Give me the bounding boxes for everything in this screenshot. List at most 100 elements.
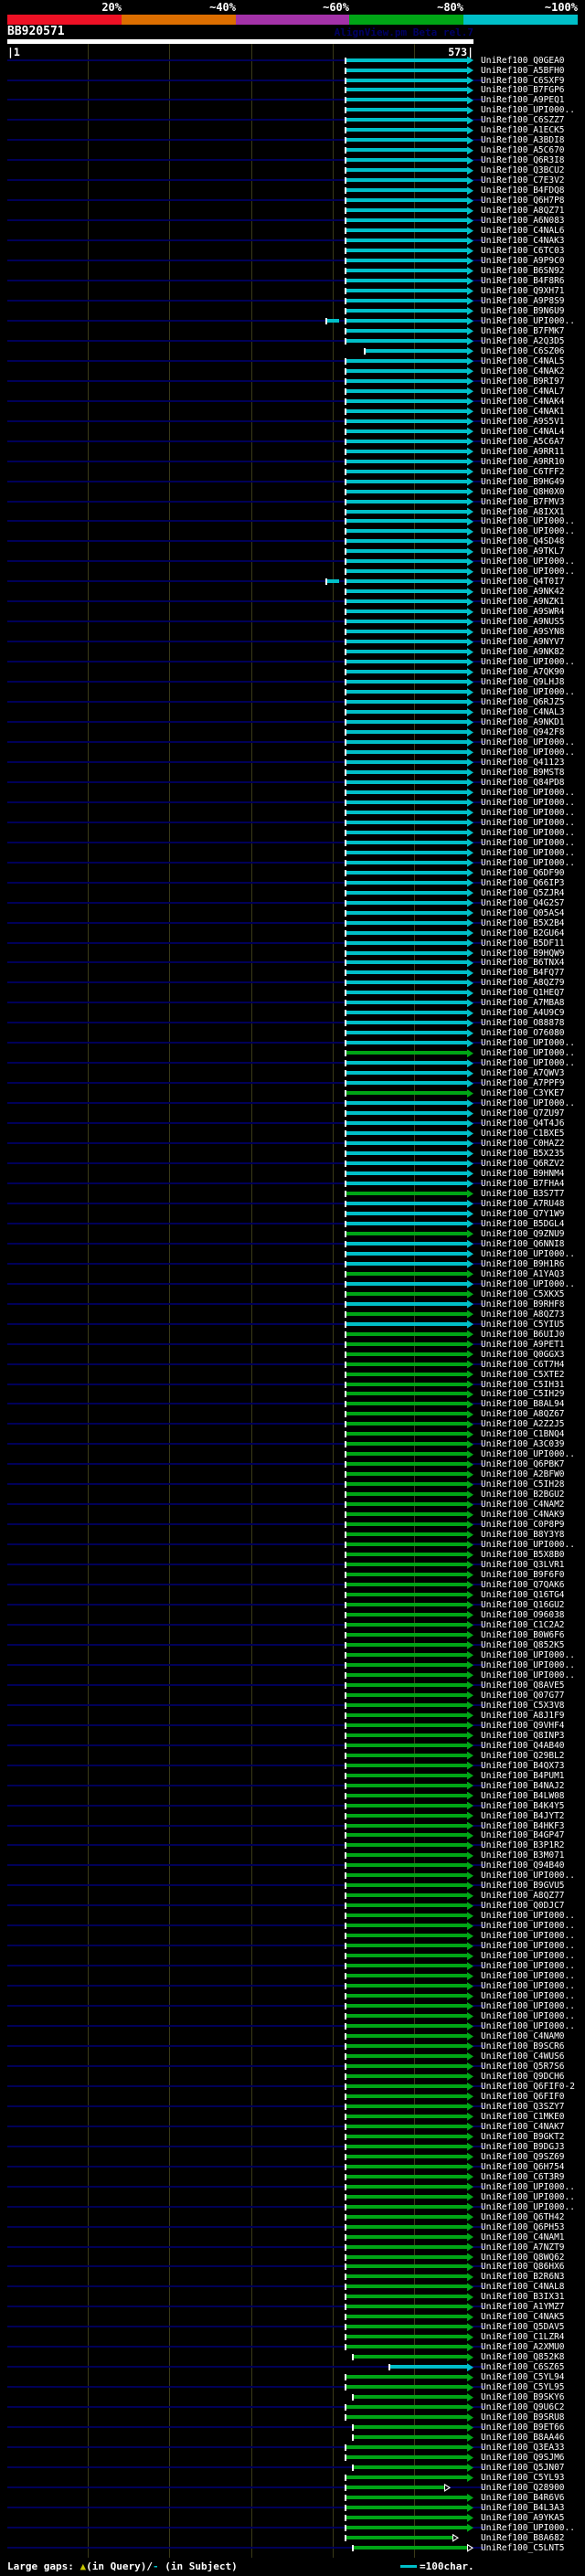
hit-accession-label[interactable]: UniRef100_C5X3V8 [481,1701,565,1711]
hit-accession-label[interactable]: UniRef100_A9SYN8 [481,627,565,637]
hit-accession-label[interactable]: UniRef100_UPI000.. [481,2202,575,2212]
hit-accession-label[interactable]: UniRef100_B9RI97 [481,376,565,387]
hit-accession-label[interactable]: UniRef100_A5BFH0 [481,66,565,76]
hit-accession-label[interactable]: UniRef100_A1YAQ3 [481,1269,565,1279]
hit-row[interactable]: UniRef100_Q3EA33 [0,2443,585,2453]
hit-row[interactable]: UniRef100_Q4T0I7 [0,577,585,587]
hit-accession-label[interactable]: UniRef100_B8AA46 [481,2433,565,2443]
hit-accession-label[interactable]: UniRef100_UPI000.. [481,1098,575,1108]
hit-row[interactable]: UniRef100_A9SYN8 [0,627,585,637]
hit-row[interactable]: UniRef100_Q9ZNU9 [0,1229,585,1239]
hit-row[interactable]: UniRef100_C1LZR4 [0,2332,585,2342]
hit-row[interactable]: UniRef100_B0W6F6 [0,1630,585,1640]
hit-row[interactable]: UniRef100_A3BDI8 [0,135,585,145]
hit-accession-label[interactable]: UniRef100_B4L3A3 [481,2503,565,2513]
hit-row[interactable]: UniRef100_UPI000.. [0,687,585,697]
hit-accession-label[interactable]: UniRef100_B9GKT2 [481,2132,565,2142]
hit-accession-label[interactable]: UniRef100_C4NAL5 [481,356,565,366]
hit-row[interactable]: UniRef100_Q8INP3 [0,1731,585,1741]
hit-accession-label[interactable]: UniRef100_B2BGU2 [481,1489,565,1500]
hit-accession-label[interactable]: UniRef100_B4K4Y5 [481,1801,565,1811]
hit-row[interactable]: UniRef100_UPI000.. [0,1931,585,1941]
hit-accession-label[interactable]: UniRef100_UPI000.. [481,848,575,858]
hit-accession-label[interactable]: UniRef100_A9NK82 [481,647,565,657]
hit-accession-label[interactable]: UniRef100_A9PET1 [481,1340,565,1350]
hit-row[interactable]: UniRef100_C4NAK1 [0,407,585,417]
hit-accession-label[interactable]: UniRef100_Q942F8 [481,727,565,737]
hit-row[interactable]: UniRef100_C5YL94 [0,2372,585,2382]
hit-row[interactable]: UniRef100_UPI000.. [0,557,585,567]
hit-row[interactable]: UniRef100_UPI000.. [0,848,585,858]
hit-row[interactable]: UniRef100_A7QK90 [0,667,585,677]
hit-row[interactable]: UniRef100_A9RR11 [0,447,585,457]
hit-accession-label[interactable]: UniRef100_Q6H754 [481,2162,565,2172]
hit-row[interactable]: UniRef100_Q6RZV2 [0,1159,585,1169]
hit-row[interactable]: UniRef100_UPI000.. [0,2011,585,2021]
hit-row[interactable]: UniRef100_A9NYV7 [0,637,585,647]
hit-row[interactable]: UniRef100_B9H1R6 [0,1259,585,1269]
hit-row[interactable]: UniRef100_A5BFH0 [0,66,585,76]
hit-accession-label[interactable]: UniRef100_A6N083 [481,216,565,226]
hit-accession-label[interactable]: UniRef100_A9YKA5 [481,2513,565,2523]
hit-accession-label[interactable]: UniRef100_A8QZ73 [481,1309,565,1320]
hit-row[interactable]: UniRef100_B4FQ77 [0,968,585,978]
hit-accession-label[interactable]: UniRef100_A9SWR4 [481,607,565,617]
hit-accession-label[interactable]: UniRef100_UPI000.. [481,687,575,697]
hit-accession-label[interactable]: UniRef100_Q07G77 [481,1691,565,1701]
hit-row[interactable]: UniRef100_Q7Y1W9 [0,1209,585,1219]
hit-row[interactable]: UniRef100_Q94B40 [0,1860,585,1871]
hit-accession-label[interactable]: UniRef100_Q5DAV5 [481,2322,565,2332]
hit-accession-label[interactable]: UniRef100_UPI000.. [481,316,575,326]
hit-accession-label[interactable]: UniRef100_C1BXE5 [481,1129,565,1139]
hit-row[interactable]: UniRef100_B5DF11 [0,938,585,949]
hit-accession-label[interactable]: UniRef100_Q5JN07 [481,2463,565,2473]
hit-accession-label[interactable]: UniRef100_UPI000.. [481,1048,575,1058]
hit-accession-label[interactable]: UniRef100_A1YMZ7 [481,2302,565,2312]
hit-row[interactable]: UniRef100_Q7QAK6 [0,1580,585,1590]
hit-row[interactable]: UniRef100_C4NAK2 [0,366,585,376]
hit-accession-label[interactable]: UniRef100_C4NAL8 [481,2282,565,2292]
hit-accession-label[interactable]: UniRef100_O76080 [481,1028,565,1038]
hit-row[interactable]: UniRef100_Q6H754 [0,2162,585,2172]
hit-row[interactable]: UniRef100_C6SZZ7 [0,115,585,125]
hit-accession-label[interactable]: UniRef100_B9H1R6 [481,1259,565,1269]
hit-row[interactable]: UniRef100_Q6TH42 [0,2212,585,2222]
hit-accession-label[interactable]: UniRef100_UPI000.. [481,818,575,828]
hit-accession-label[interactable]: UniRef100_C4NAL6 [481,226,565,236]
hit-accession-label[interactable]: UniRef100_B2GU64 [481,928,565,938]
hit-accession-label[interactable]: UniRef100_B9SRU8 [481,2412,565,2422]
hit-accession-label[interactable]: UniRef100_Q05AS4 [481,908,565,918]
hit-row[interactable]: UniRef100_A8QZ79 [0,978,585,988]
hit-accession-label[interactable]: UniRef100_C5IH31 [481,1380,565,1390]
hit-row[interactable]: UniRef100_Q07G77 [0,1691,585,1701]
hit-row[interactable]: UniRef100_A8J1F9 [0,1711,585,1721]
hit-row[interactable]: UniRef100_C5YIU5 [0,1320,585,1330]
hit-accession-label[interactable]: UniRef100_C6SZ06 [481,346,565,356]
hit-row[interactable]: UniRef100_Q4T4J6 [0,1118,585,1129]
hit-accession-label[interactable]: UniRef100_Q3SZY7 [481,2102,565,2112]
hit-accession-label[interactable]: UniRef100_A9TKL7 [481,546,565,557]
hit-accession-label[interactable]: UniRef100_A5C6A7 [481,437,565,447]
hit-accession-label[interactable]: UniRef100_Q9XH71 [481,286,565,296]
hit-row[interactable]: UniRef100_UPI000.. [0,316,585,326]
hit-accession-label[interactable]: UniRef100_Q7QAK6 [481,1580,565,1590]
hit-row[interactable]: UniRef100_UPI000.. [0,1911,585,1921]
hit-accession-label[interactable]: UniRef100_B3P1R2 [481,1840,565,1850]
hit-row[interactable]: UniRef100_B5X2B4 [0,918,585,928]
hit-row[interactable]: UniRef100_B4HKF3 [0,1821,585,1831]
hit-accession-label[interactable]: UniRef100_A8QZ79 [481,978,565,988]
hit-row[interactable]: UniRef100_C4NAL3 [0,707,585,717]
hit-row[interactable]: UniRef100_UPI000.. [0,2001,585,2011]
hit-accession-label[interactable]: UniRef100_B9DGJ3 [481,2142,565,2152]
hit-row[interactable]: UniRef100_O76080 [0,1028,585,1038]
hit-row[interactable]: UniRef100_UPI000.. [0,1961,585,1971]
hit-row[interactable]: UniRef100_UPI000.. [0,105,585,115]
hit-row[interactable]: UniRef100_B3P1R2 [0,1840,585,1850]
hit-row[interactable]: UniRef100_A9NZK1 [0,597,585,607]
hit-row[interactable]: UniRef100_C6TFF2 [0,467,585,477]
hit-row[interactable]: UniRef100_C4NAK7 [0,2122,585,2132]
hit-row[interactable]: UniRef100_B6TNX4 [0,958,585,968]
hit-accession-label[interactable]: UniRef100_B7FGP6 [481,85,565,95]
hit-row[interactable]: UniRef100_B4NAJ2 [0,1781,585,1791]
hit-accession-label[interactable]: UniRef100_A9NKD1 [481,717,565,727]
